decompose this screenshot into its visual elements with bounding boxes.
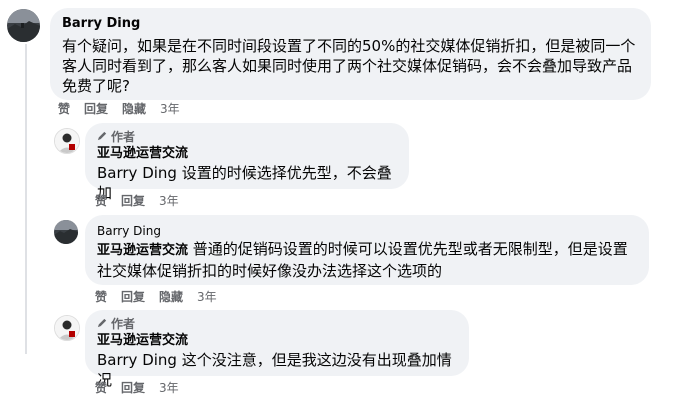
avatar-person-image xyxy=(55,129,79,153)
reply-button[interactable]: 回复 xyxy=(121,380,145,396)
comment-text: 有个疑问，如果是在不同时间段设置了不同的50%的社交媒体促销折扣，但是被同一个客… xyxy=(62,37,636,95)
reply-button[interactable]: 回复 xyxy=(121,289,145,305)
comment-bubble: 作者 亚马逊运营交流 Barry Ding 设置的时候选择优先型，不会叠加 xyxy=(85,123,409,202)
mention-link[interactable]: 亚马逊运营交流 xyxy=(97,243,188,258)
comment-bubble: Barry Ding 有个疑问，如果是在不同时间段设置了不同的50%的社交媒体促… xyxy=(50,8,651,100)
timestamp[interactable]: 3年 xyxy=(160,101,180,117)
badge-label: 作者 xyxy=(111,317,136,331)
comment-author[interactable]: 亚马逊运营交流 xyxy=(97,145,397,163)
comment-bubble: Barry Ding 亚马逊运营交流 普通的促销码设置的时候可以设置优先型或者无… xyxy=(85,215,649,285)
author-badge: 作者 xyxy=(97,129,397,145)
comment-actions: 赞 回复 3年 xyxy=(95,380,179,396)
like-button[interactable]: 赞 xyxy=(95,193,107,209)
comment-text: 亚马逊运营交流 普通的促销码设置的时候可以设置优先型或者无限制型，但是设置社交媒… xyxy=(97,239,637,281)
like-button[interactable]: 赞 xyxy=(95,289,107,305)
avatar-barry-ding[interactable] xyxy=(7,9,40,42)
avatar-person-image xyxy=(55,316,79,340)
avatar-landscape-image xyxy=(54,220,78,244)
comment-actions: 赞 回复 隐藏 3年 xyxy=(58,101,180,117)
thread-line xyxy=(25,44,27,354)
like-button[interactable]: 赞 xyxy=(58,101,70,117)
reply-button[interactable]: 回复 xyxy=(121,193,145,209)
comment-author[interactable]: Barry Ding xyxy=(97,223,637,239)
pencil-icon xyxy=(97,129,108,145)
avatar-author[interactable] xyxy=(54,315,80,341)
like-button[interactable]: 赞 xyxy=(95,380,107,396)
pencil-icon xyxy=(97,316,108,332)
avatar-barry-ding[interactable] xyxy=(54,220,78,244)
comment-actions: 赞 回复 3年 xyxy=(95,193,179,209)
hide-button[interactable]: 隐藏 xyxy=(122,101,146,117)
author-badge: 作者 xyxy=(97,316,457,332)
timestamp[interactable]: 3年 xyxy=(197,289,217,305)
timestamp[interactable]: 3年 xyxy=(159,193,179,209)
comment-actions: 赞 回复 隐藏 3年 xyxy=(95,289,217,305)
comment-bubble: 作者 亚马逊运营交流 Barry Ding 这个没注意，但是我这边没有出现叠加情… xyxy=(85,310,469,389)
hide-button[interactable]: 隐藏 xyxy=(159,289,183,305)
comment-author[interactable]: 亚马逊运营交流 xyxy=(97,332,457,350)
avatar-landscape-image xyxy=(7,9,40,42)
reply-button[interactable]: 回复 xyxy=(84,101,108,117)
timestamp[interactable]: 3年 xyxy=(159,380,179,396)
avatar-author[interactable] xyxy=(54,128,80,154)
badge-label: 作者 xyxy=(111,130,136,144)
comment-author[interactable]: Barry Ding xyxy=(62,16,639,32)
